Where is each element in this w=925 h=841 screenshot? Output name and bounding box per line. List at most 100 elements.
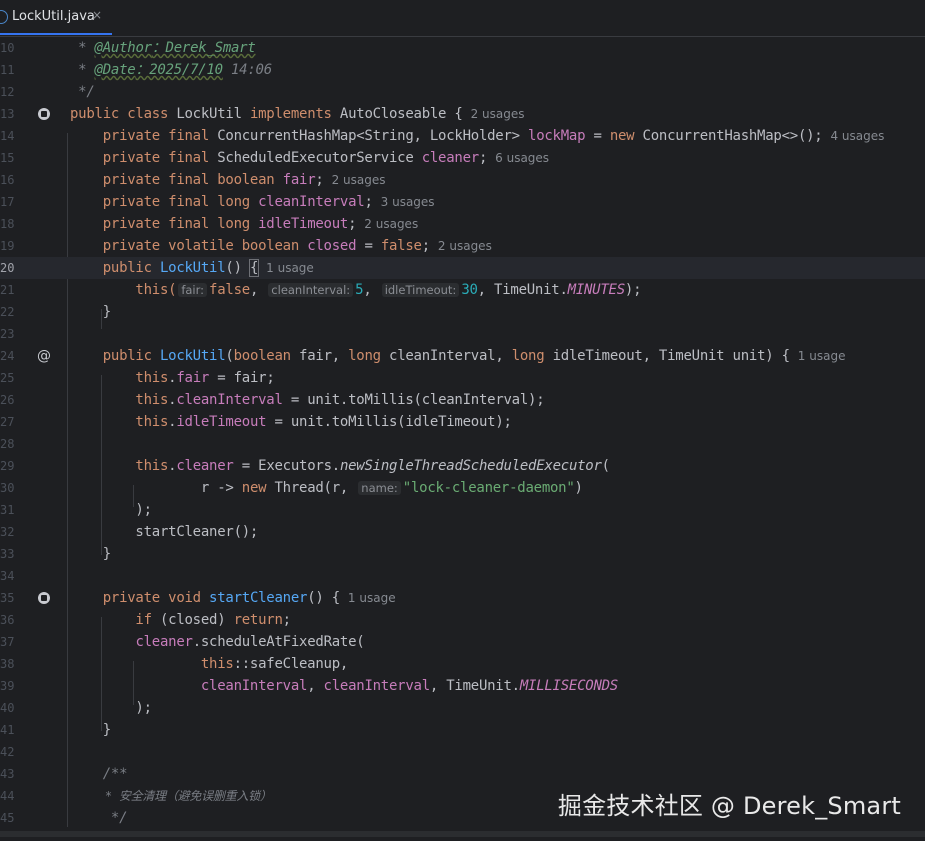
code-line: 42 — [0, 741, 925, 763]
implementation-icon[interactable] — [38, 108, 50, 120]
line-number: 13 — [0, 107, 15, 121]
line-number: 19 — [0, 239, 15, 253]
line-number: 40 — [0, 701, 15, 715]
line-number: 25 — [0, 371, 15, 385]
code-line: 34 — [0, 565, 925, 587]
code-line: 29 this.cleaner = Executors.newSingleThr… — [0, 455, 925, 477]
code-line: 17 private final long cleanInterval; 3 us… — [0, 191, 925, 213]
code-line: 22 } — [0, 301, 925, 323]
line-number: 14 — [0, 129, 15, 143]
code-text: this.fair = fair; — [70, 370, 275, 386]
code-text: private final long cleanInterval; 3 usage… — [70, 194, 435, 210]
code-text: private final boolean fair; 2 usages — [70, 172, 386, 188]
line-number: 23 — [0, 327, 15, 341]
usage-hint[interactable]: 3 usages — [381, 195, 435, 209]
autowired-icon[interactable]: @ — [37, 345, 51, 367]
code-text: } — [70, 546, 111, 562]
usage-hint[interactable]: 2 usages — [364, 217, 418, 231]
code-text: * @Author：Derek_Smart — [70, 40, 256, 56]
code-text: private final ScheduledExecutorService c… — [70, 150, 550, 166]
code-text: } — [70, 722, 111, 738]
code-text: cleanInterval, cleanInterval, TimeUnit.M… — [200, 678, 618, 694]
usage-hint[interactable]: 4 usages — [830, 129, 884, 143]
code-line: 38 this::safeCleanup, — [0, 653, 925, 675]
editor-tab-bar: LockUtil.java × — [0, 0, 925, 37]
usage-hint[interactable]: 6 usages — [495, 151, 549, 165]
code-line: 11 * @Date：2025/7/10 14:06 — [0, 59, 925, 81]
param-hint: idleTimeout: — [381, 283, 460, 297]
code-text: private final ConcurrentHashMap<String, … — [70, 128, 885, 144]
line-number: 11 — [0, 63, 15, 77]
code-line: 27 this.idleTimeout = unit.toMillis(idle… — [0, 411, 925, 433]
line-number: 38 — [0, 657, 15, 671]
code-line: 12 */ — [0, 81, 925, 103]
code-line: 30 r -> new Thread(r, name: "lock-cleaner… — [0, 477, 925, 499]
code-line: 24 @ public LockUtil(boolean fair, long … — [0, 345, 925, 367]
code-text: ); — [70, 502, 152, 518]
line-number: 12 — [0, 85, 15, 99]
scrollbar-thumb[interactable] — [0, 831, 925, 837]
code-text: cleaner.scheduleAtFixedRate( — [135, 634, 365, 650]
line-number: 33 — [0, 547, 15, 561]
code-line: 35 private void startCleaner() {1 usage — [0, 587, 925, 609]
code-line: 41 } — [0, 719, 925, 741]
line-number: 32 — [0, 525, 15, 539]
code-editor[interactable]: 10 * @Author：Derek_Smart 11 * @Date：2025… — [0, 37, 925, 827]
line-number: 16 — [0, 173, 15, 187]
implementation-icon[interactable] — [38, 592, 50, 604]
code-text: public LockUtil(boolean fair, long clean… — [70, 348, 846, 364]
code-line: 10 * @Author：Derek_Smart — [0, 37, 925, 59]
watermark: 掘金技术社区 @ Derek_Smart — [557, 792, 901, 820]
close-icon[interactable]: × — [92, 8, 102, 22]
line-number: 43 — [0, 767, 15, 781]
line-number: 24 — [0, 349, 15, 363]
code-line: 25 this.fair = fair; — [0, 367, 925, 389]
line-number: 31 — [0, 503, 15, 517]
code-line: 32 startCleaner(); — [0, 521, 925, 543]
line-number: 20 — [0, 261, 15, 275]
line-number: 29 — [0, 459, 15, 473]
java-file-icon — [0, 10, 8, 24]
code-text: } — [70, 304, 111, 320]
usage-hint[interactable]: 2 usages — [332, 173, 386, 187]
code-line: 40 ); — [0, 697, 925, 719]
code-text: r -> new Thread(r, name: "lock-cleaner-da… — [70, 480, 583, 496]
code-text: startCleaner(); — [70, 524, 259, 540]
line-number: 44 — [0, 789, 15, 803]
code-text: this.idleTimeout = unit.toMillis(idleTim… — [70, 414, 512, 430]
code-line: 19 private volatile boolean closed = fal… — [0, 235, 925, 257]
code-text: public class LockUtil implements AutoClo… — [70, 106, 525, 122]
usage-hint[interactable]: 1 usage — [266, 261, 314, 275]
line-number: 37 — [0, 635, 15, 649]
line-number: 30 — [0, 481, 15, 495]
code-line: 43 /** — [0, 763, 925, 785]
code-text: /** — [70, 766, 128, 782]
usage-hint[interactable]: 1 usage — [798, 349, 846, 363]
line-number: 15 — [0, 151, 15, 165]
line-number: 26 — [0, 393, 15, 407]
ide-window: LockUtil.java × 10 * @Author：Derek_Smart… — [0, 0, 925, 841]
code-text: private final long idleTimeout; 2 usages — [70, 216, 419, 232]
code-line: 31 ); — [0, 499, 925, 521]
param-hint: name: — [358, 481, 401, 495]
line-number: 41 — [0, 723, 15, 737]
line-number: 36 — [0, 613, 15, 627]
code-line: 15 private final ScheduledExecutorServic… — [0, 147, 925, 169]
code-line: 28 — [0, 433, 925, 455]
param-hint: cleanInterval: — [268, 283, 354, 297]
code-line: 23 — [0, 323, 925, 345]
code-text: this::safeCleanup, — [200, 656, 349, 672]
code-text: private volatile boolean closed = false;… — [70, 238, 492, 254]
usage-hint[interactable]: 1 usage — [348, 591, 396, 605]
line-number: 42 — [0, 745, 15, 759]
param-hint: fair: — [178, 283, 208, 297]
line-number: 10 — [0, 41, 15, 55]
line-number: 18 — [0, 217, 15, 231]
usage-hint[interactable]: 2 usages — [471, 107, 525, 121]
code-text: * 安全清理（避免误删重入锁） — [70, 789, 272, 803]
code-text: private void startCleaner() {1 usage — [70, 590, 396, 606]
code-line: 16 private final boolean fair; 2 usages — [0, 169, 925, 191]
usage-hint[interactable]: 2 usages — [438, 239, 492, 253]
horizontal-scrollbar[interactable] — [0, 827, 925, 841]
tab-lockutil-java[interactable]: LockUtil.java × — [0, 0, 112, 35]
